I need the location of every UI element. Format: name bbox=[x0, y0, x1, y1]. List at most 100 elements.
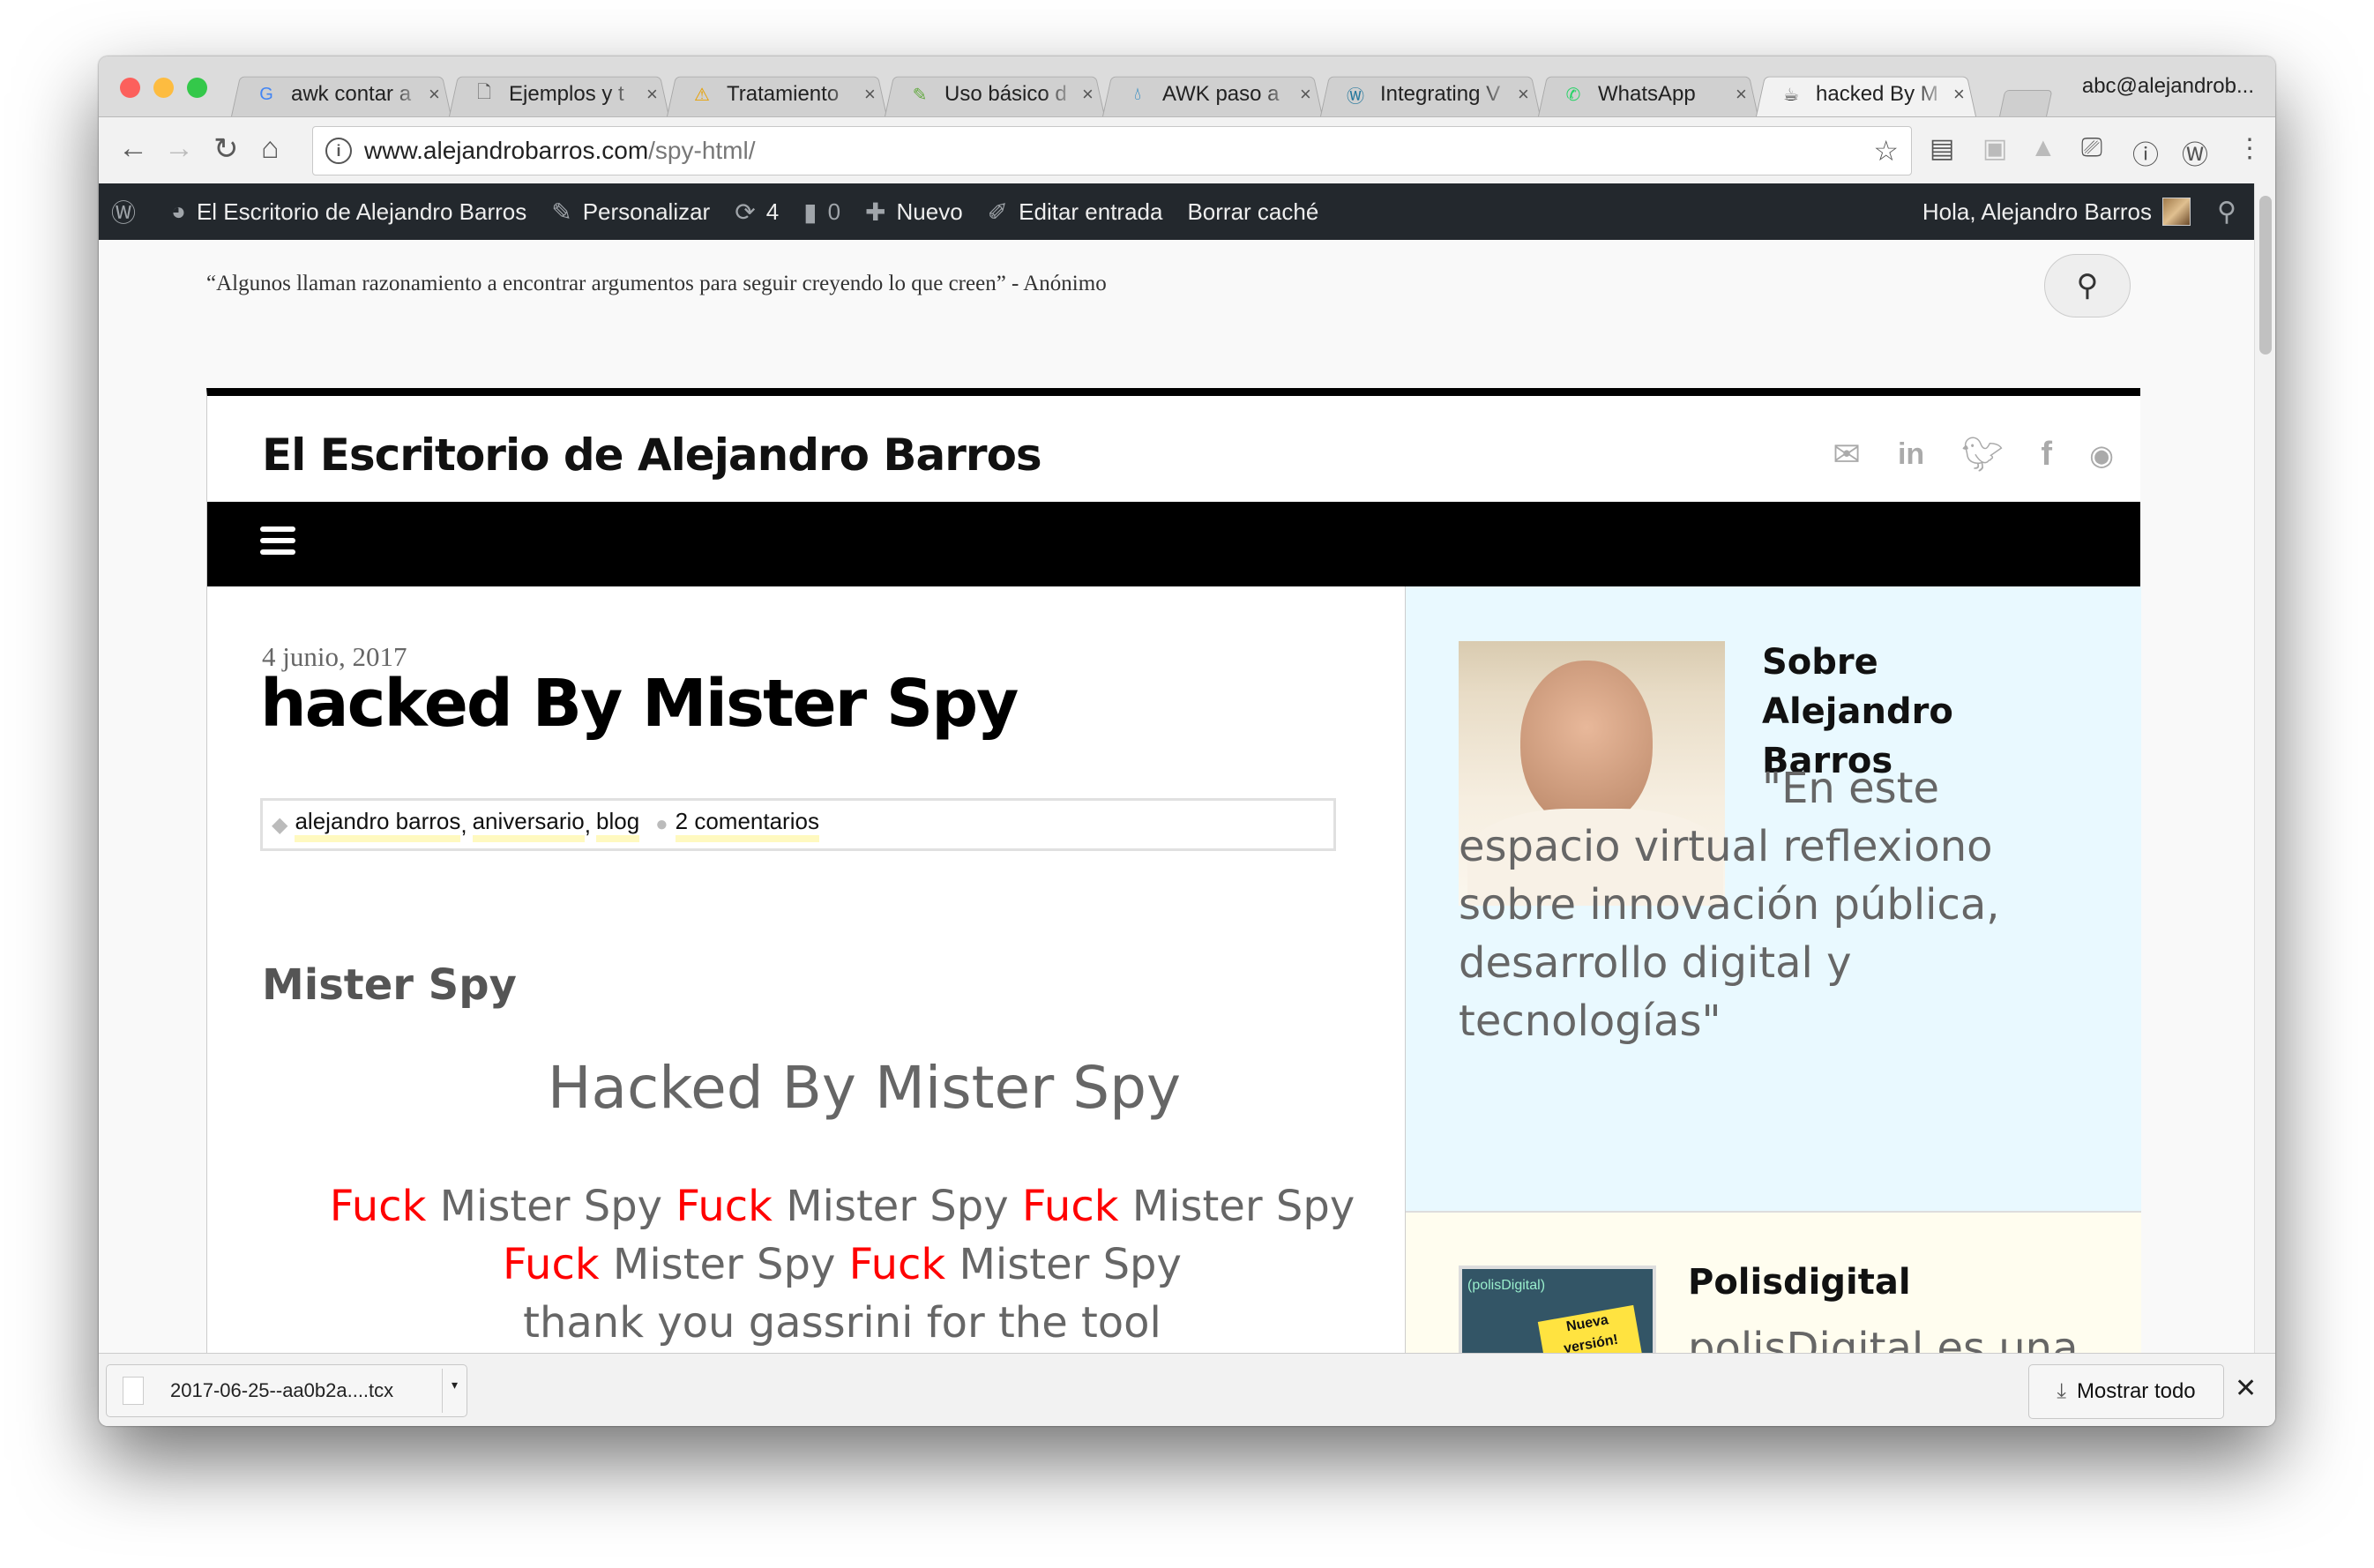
page-scrollbar[interactable] bbox=[2254, 183, 2275, 1353]
twitter-icon[interactable]: 🐦︎ bbox=[1961, 436, 2004, 474]
tab-strip: Gawk contar a × 🗋︎ Ejemplos y t × ⚠︎ Tratamien… bbox=[99, 56, 2275, 118]
browser-tab[interactable]: ⚠︎ Tratamiento × bbox=[667, 72, 887, 116]
polisdigital-text: polisDigital es una bbox=[1688, 1324, 2079, 1353]
tab-title: Uso básico d bbox=[944, 82, 1067, 106]
tab-close-icon[interactable]: × bbox=[1736, 83, 1747, 106]
extension-icon[interactable]: ▣ bbox=[1982, 133, 2007, 164]
tab-close-icon[interactable]: × bbox=[1953, 83, 1965, 106]
post-meta: ◆ alejandro barros, aniversario, blog ● … bbox=[260, 798, 1336, 851]
plus-icon: ✚ bbox=[865, 198, 886, 226]
polisdigital-image[interactable]: (polisDigital) Nueva versión! bbox=[1459, 1266, 1656, 1353]
customize-label: Personalizar bbox=[582, 198, 711, 225]
wordpress-icon: Ⓦ bbox=[1347, 86, 1364, 107]
admin-customize[interactable]: ✎ Personalizar bbox=[551, 198, 710, 227]
download-filename: 2017-06-25--aa0b2a....tcx bbox=[170, 1379, 394, 1401]
show-all-label: Mostrar todo bbox=[2076, 1379, 2196, 1403]
download-menu-icon[interactable]: ▾ bbox=[442, 1369, 467, 1413]
brush-icon: ✎ bbox=[551, 198, 572, 226]
email-icon[interactable]: ✉ bbox=[1833, 435, 1861, 474]
drupal-icon: 💧︎ bbox=[1134, 84, 1141, 104]
tab-close-icon[interactable]: × bbox=[646, 83, 658, 106]
browser-tab[interactable]: 💧︎ AWK paso a × bbox=[1102, 72, 1323, 116]
rss-icon[interactable]: ◉ bbox=[2089, 438, 2114, 472]
facebook-icon[interactable]: f bbox=[2041, 436, 2052, 474]
bookmark-star-icon[interactable]: ☆ bbox=[1873, 134, 1899, 168]
admin-search-icon[interactable]: ⚲ bbox=[2217, 197, 2236, 228]
red-word: Fuck bbox=[676, 1182, 773, 1231]
maximize-window-button[interactable] bbox=[187, 78, 207, 98]
admin-new[interactable]: ✚ Nuevo bbox=[865, 198, 963, 227]
polisdigital-image-note: Nueva versión! bbox=[1537, 1304, 1643, 1353]
info-icon[interactable]: i bbox=[325, 138, 352, 164]
tab-close-icon[interactable]: × bbox=[1518, 83, 1529, 106]
red-word: Fuck bbox=[848, 1240, 946, 1289]
toolbar: ← → ↻ ⌂ i www.alejandrobarros.com/spy-ht… bbox=[99, 116, 2275, 184]
minimize-window-button[interactable] bbox=[153, 78, 174, 98]
wordpress-extension-icon[interactable]: Ⓦ bbox=[2182, 133, 2208, 172]
back-icon[interactable]: ← bbox=[118, 131, 148, 166]
post-title: hacked By Mister Spy bbox=[260, 666, 1019, 742]
browser-tab[interactable]: ✎ Uso básico d × bbox=[885, 72, 1105, 116]
clear-cache-label: Borrar caché bbox=[1187, 198, 1319, 225]
gray-phrase: Mister Spy bbox=[439, 1182, 663, 1231]
password-manager-icon[interactable]: ⓘ bbox=[2132, 133, 2159, 172]
admin-site-name-label: El Escritorio de Alejandro Barros bbox=[196, 198, 527, 225]
download-shelf: 2017-06-25--aa0b2a....tcx ▾ ⤓ Mostrar to… bbox=[99, 1353, 2275, 1426]
linkedin-icon[interactable]: in bbox=[1898, 437, 1924, 472]
download-item[interactable]: 2017-06-25--aa0b2a....tcx ▾ bbox=[106, 1364, 467, 1417]
reader-extension-icon[interactable]: ▤ bbox=[1930, 133, 1954, 164]
about-widget: Sobre Alejandro Barros "En este espacio … bbox=[1406, 586, 2141, 1213]
admin-clear-cache[interactable]: Borrar caché bbox=[1187, 198, 1318, 226]
tab-close-icon[interactable]: × bbox=[864, 83, 876, 106]
close-window-button[interactable] bbox=[120, 78, 140, 98]
user-avatar[interactable] bbox=[2162, 198, 2191, 226]
wordpress-logo-icon: Ⓦ bbox=[111, 199, 137, 227]
reload-icon[interactable]: ↻ bbox=[213, 131, 239, 167]
show-all-downloads-button[interactable]: ⤓ Mostrar todo bbox=[2028, 1364, 2224, 1419]
admin-site-name[interactable]: ◕ El Escritorio de Alejandro Barros bbox=[171, 198, 526, 226]
admin-comments[interactable]: ▮ 0 bbox=[803, 198, 840, 227]
browser-tab[interactable]: ☕︎ hacked By M × bbox=[1756, 72, 1976, 116]
chrome-menu-icon[interactable]: ⋮ bbox=[2236, 133, 2263, 164]
polisdigital-image-label: (polisDigital) bbox=[1467, 1278, 1546, 1293]
admin-updates[interactable]: ⟳ 4 bbox=[735, 198, 779, 227]
defacement-text: Fuck Mister Spy Fuck Mister Spy Fuck Mis… bbox=[262, 1177, 1422, 1352]
tag-link[interactable]: blog bbox=[596, 808, 640, 842]
site-title[interactable]: El Escritorio de Alejandro Barros bbox=[262, 429, 1042, 481]
scrollbar-thumb[interactable] bbox=[2259, 196, 2272, 355]
document-icon: 🗋︎ bbox=[476, 83, 492, 102]
admin-edit-post[interactable]: ✐ Editar entrada bbox=[988, 198, 1163, 227]
tab-close-icon[interactable]: × bbox=[1300, 83, 1311, 106]
cast-icon[interactable]: ⎚ bbox=[2081, 133, 2102, 163]
forward-icon[interactable]: → bbox=[164, 131, 194, 166]
comment-bubble-icon: ● bbox=[655, 812, 668, 836]
site-search-button[interactable]: ⚲ bbox=[2044, 254, 2131, 317]
drive-icon[interactable]: ▲ bbox=[2030, 133, 2057, 163]
wp-logo-menu[interactable]: Ⓦ bbox=[111, 194, 146, 229]
profile-name[interactable]: abc@alejandrob... bbox=[2082, 74, 2254, 99]
close-shelf-icon[interactable]: ✕ bbox=[2235, 1373, 2257, 1404]
browser-tab[interactable]: Gawk contar a × bbox=[231, 72, 452, 116]
browser-tab[interactable]: Ⓦ Integrating V × bbox=[1320, 72, 1541, 116]
browser-tab[interactable]: ✆ WhatsApp × bbox=[1538, 72, 1758, 116]
tab-close-icon[interactable]: × bbox=[429, 83, 440, 106]
tag-link[interactable]: aniversario bbox=[472, 808, 585, 842]
file-icon bbox=[123, 1377, 144, 1405]
page-viewport: “Algunos llaman razonamiento a encontrar… bbox=[99, 240, 2254, 1353]
tag-link[interactable]: alejandro barros bbox=[295, 808, 461, 842]
updates-count: 4 bbox=[765, 198, 780, 225]
sidebar: Sobre Alejandro Barros "En este espacio … bbox=[1405, 586, 2141, 1353]
admin-greeting[interactable]: Hola, Alejandro Barros bbox=[1922, 198, 2152, 226]
comments-link[interactable]: 2 comentarios bbox=[675, 808, 819, 842]
hamburger-menu-icon[interactable] bbox=[260, 526, 295, 561]
address-bar[interactable]: i www.alejandrobarros.com/spy-html/ ☆ bbox=[312, 126, 1912, 175]
tab-close-icon[interactable]: × bbox=[1082, 83, 1094, 106]
google-icon: G bbox=[259, 84, 273, 104]
browser-tab[interactable]: 🗋︎ Ejemplos y t × bbox=[449, 72, 669, 116]
home-icon[interactable]: ⌂ bbox=[261, 131, 280, 166]
new-tab-button[interactable] bbox=[1998, 90, 2053, 118]
gray-phrase: Mister Spy bbox=[959, 1240, 1182, 1289]
post-content: 4 junio, 2017 hacked By Mister Spy ◆ ale… bbox=[207, 586, 1405, 1353]
thanks-line: thank you gassrini for the tool bbox=[523, 1298, 1161, 1348]
tab-title: Ejemplos y t bbox=[509, 82, 624, 106]
